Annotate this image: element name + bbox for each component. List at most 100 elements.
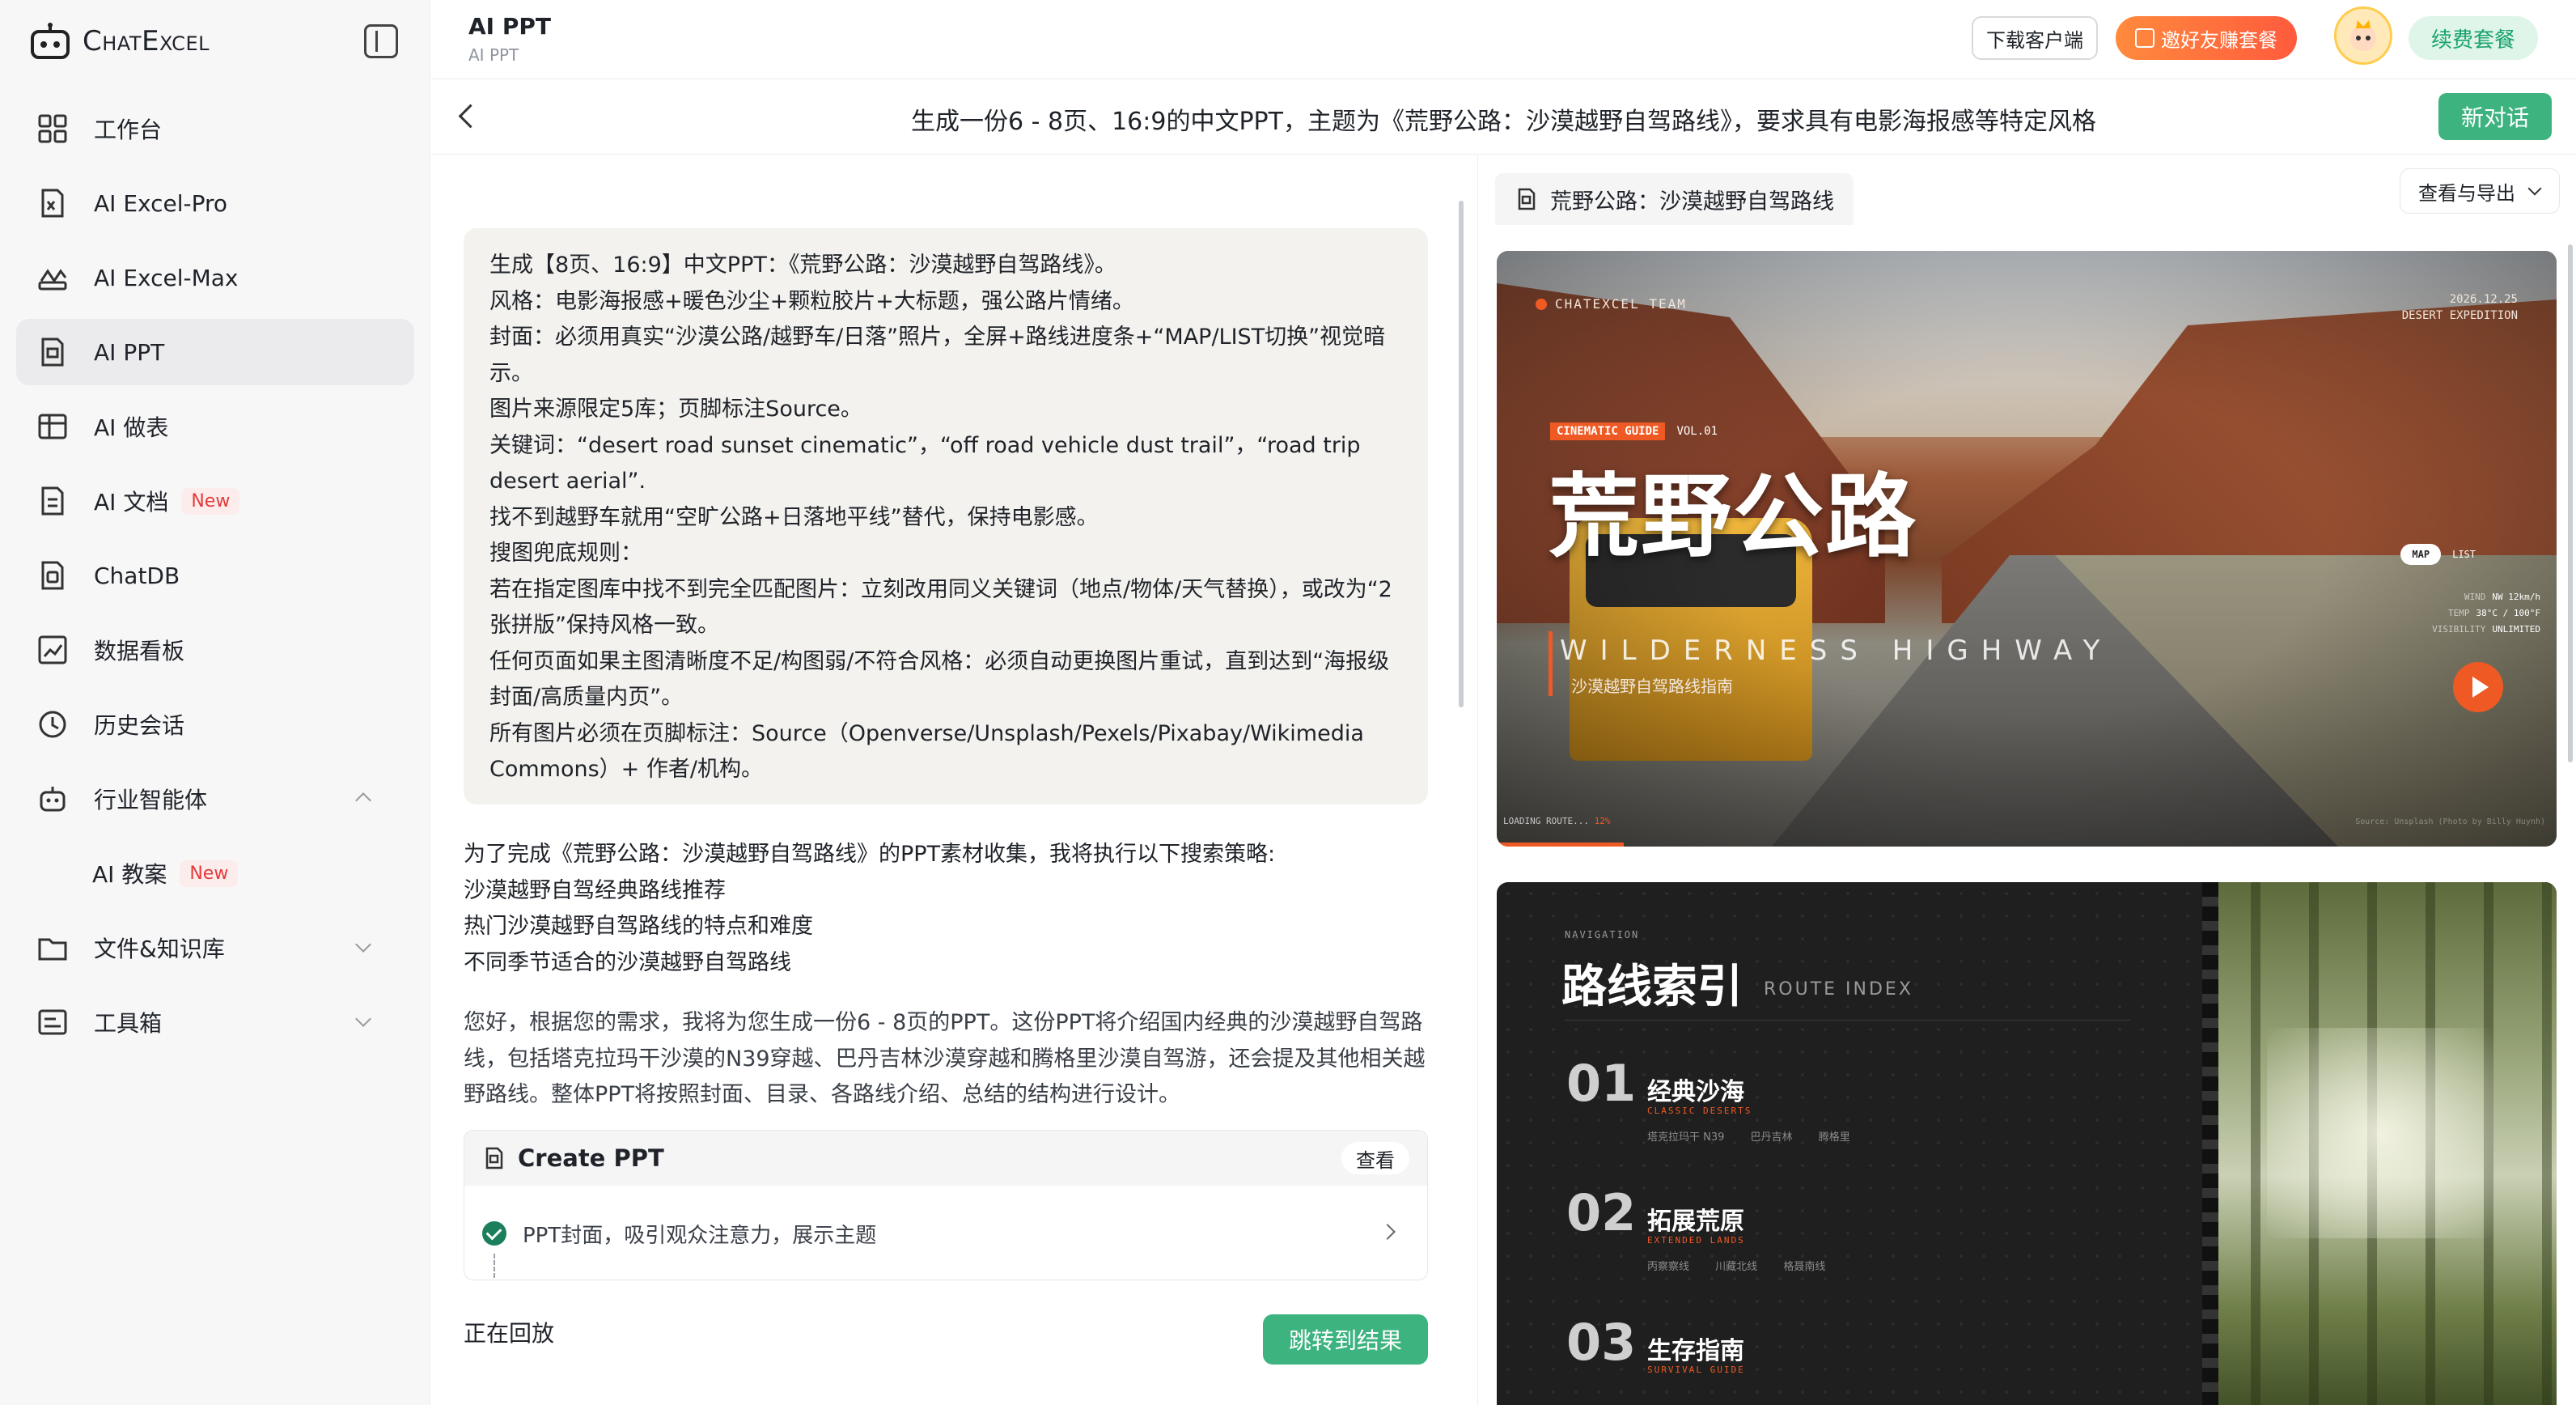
sidebar-item-label: AI 做表 [94,414,169,441]
route-tag: 塔克拉玛干 N39 [1647,1131,1725,1144]
map-list-toggle[interactable]: MAP LIST [2400,544,2476,565]
brand-logo[interactable]: ChatExcel [29,21,210,62]
prompt-line: 任何页面如果主图清晰度不足/构图弱/不符合风格：必须自动更换图片重试，直到达到“… [489,648,1390,711]
sidebar-item-excel-max[interactable]: AI Excel-Max [16,244,414,311]
route-en-name: SURVIVAL GUIDE [1647,1365,1745,1375]
route-en-name: CLASSIC DESERTS [1647,1106,1752,1116]
sidebar-item-label: 工作台 [94,117,163,143]
task-view-button[interactable]: 查看 [1341,1142,1409,1174]
sidebar-item-toolbox[interactable]: 工具箱 [16,989,414,1055]
top-header: AI PPT AI PPT 下载客户端 邀好友赚套餐 续费套餐 [431,0,2576,79]
chat-pane: 生成【8页、16:9】中文PPT：《荒野公路：沙漠越野自驾路线》。 风格：电影海… [431,155,1478,1405]
avatar[interactable] [2334,6,2392,65]
forest-photo [2202,882,2557,1405]
route-name: 拓展荒原 [1647,1208,1744,1236]
toggle-map[interactable]: MAP [2400,544,2442,565]
loading-status: LOADING ROUTE... 12% [1503,816,1611,826]
assistant-search-plan: 为了完成《荒野公路：沙漠越野自驾路线》的PPT素材收集，我将执行以下搜索策略: … [464,837,1428,981]
sidebar-item-label: 文件&知识库 [94,936,225,962]
conversation-title: 生成一份6 - 8页、16:9的中文PPT，主题为《荒野公路：沙漠越野自驾路线》… [911,108,2096,136]
table-icon [36,410,70,444]
prompt-line: 搜图兜底规则： [489,541,642,566]
task-title: Create PPT [518,1144,664,1172]
replay-status: 正在回放 [464,1320,555,1347]
new-conversation-button[interactable]: 新对话 [2438,93,2552,140]
brand-name: ChatExcel [83,25,210,57]
avatar-face-icon [2350,20,2376,51]
task-step-row[interactable]: PPT封面，吸引观众注意力，展示主题 [464,1186,1427,1280]
route-tag: 川藏北线 [1715,1261,1758,1273]
sidebar-item-chatdb[interactable]: ChatDB [16,542,414,609]
accent-bar [1549,631,1553,696]
chevron-down-icon [355,1011,371,1027]
prompt-line: 生成【8页、16:9】中文PPT：《荒野公路：沙漠越野自驾路线》。 [489,253,1116,278]
route-number: 01 [1566,1054,1637,1113]
new-badge: New [180,860,239,887]
sidebar: ChatExcel 工作台 AI Excel-Pro AI Excel-Max … [0,0,430,1405]
view-export-dropdown[interactable]: 查看与导出 [2400,168,2560,214]
route-index-subtitle: ROUTE INDEX [1764,979,1913,1000]
sidebar-item-label: 历史会话 [94,712,185,739]
task-header: Create PPT 查看 [464,1131,1427,1186]
excel-max-icon [36,261,70,295]
response-line: 热门沙漠越野自驾路线的特点和难度 [464,914,813,939]
slide-cover-subtitle: 沙漠越野自驾路线指南 [1571,677,1733,696]
sidebar-item-ai-doc[interactable]: AI 文档 New [16,468,414,534]
route-tag: 巴丹吉林 [1750,1131,1793,1144]
slide-cover[interactable]: CHATEXCEL TEAM 2026.12.25 DESERT EXPEDIT… [1497,251,2557,847]
sidebar-item-ai-lesson[interactable]: AI 教案 New [16,840,414,906]
prompt-line: 若在指定图库中找不到完全匹配图片：立刻改用同义关键词（地点/物体/天气替换），或… [489,576,1392,639]
slide-route-index[interactable]: NAVIGATION 路线索引 ROUTE INDEX 01 经典沙海 CLAS… [1497,882,2557,1405]
sidebar-item-label: AI 教案 [92,861,167,888]
sidebar-item-excel-pro[interactable]: AI Excel-Pro [16,170,414,236]
sidebar-item-history[interactable]: 历史会话 [16,691,414,758]
robot-logo-icon [31,23,70,59]
chat-scrollbar[interactable] [1459,201,1464,707]
prompt-line: 图片来源限定5库；页脚标注Source。 [489,397,862,422]
prompt-line: 关键词：“desert road sunset cinematic”，“off … [489,432,1361,495]
jump-to-result-button[interactable]: 跳转到结果 [1263,1314,1428,1365]
sidebar-item-label: AI Excel-Pro [94,189,228,217]
sidebar-item-ai-ppt[interactable]: AI PPT [16,319,414,385]
history-icon [36,707,70,741]
chevron-right-icon [1379,1224,1396,1240]
route-number: 03 [1566,1313,1637,1372]
play-icon[interactable] [2453,662,2503,712]
database-icon [36,558,70,592]
toggle-list[interactable]: LIST [2452,549,2476,560]
prompt-line: 风格：电影海报感+暖色沙尘+颗粒胶片+大标题，强公路片情绪。 [489,288,1134,314]
sidebar-collapse-icon[interactable] [364,24,398,58]
document-icon [36,484,70,518]
divider [1565,1020,2131,1021]
route-number: 02 [1566,1183,1637,1242]
response-line: 为了完成《荒野公路：沙漠越野自驾路线》的PPT素材收集，我将执行以下搜索策略: [464,842,1276,867]
sidebar-item-dashboard[interactable]: 数据看板 [16,617,414,683]
vol-label: VOL.01 [1676,425,1718,438]
slide-date: 2026.12.25 DESERT EXPEDITION [2402,291,2518,324]
task-step-label: PPT封面，吸引观众注意力，展示主题 [523,1223,877,1248]
chevron-up-icon [355,792,371,809]
sidebar-item-files[interactable]: 文件&知识库 [16,915,414,981]
sidebar-item-workbench[interactable]: 工作台 [16,96,414,162]
user-prompt-bubble: 生成【8页、16:9】中文PPT：《荒野公路：沙漠越野自驾路线》。 风格：电影海… [464,228,1428,804]
preview-pane: 荒野公路：沙漠越野自驾路线 查看与导出 CHATEXCEL TEAM 2026.… [1479,155,2576,1405]
weather-stats: WIND NW 12km/h TEMP 38°C / 100°F VISIBILIT… [2432,589,2540,638]
route-name: 经典沙海 [1647,1078,1744,1106]
page-subtitle: AI PPT [468,45,519,65]
prompt-line: 找不到越野车就用“空旷公路+日落地平线”替代，保持电影感。 [489,504,1099,530]
document-tab[interactable]: 荒野公路：沙漠越野自驾路线 [1495,173,1854,225]
prompt-line: 所有图片必须在页脚标注：Source（Openverse/Unsplash/Pe… [489,720,1364,783]
renew-plan-button[interactable]: 续费套餐 [2409,16,2538,60]
download-client-button[interactable]: 下载客户端 [1972,16,2098,60]
guide-tag: CINEMATIC GUIDE [1550,422,1666,440]
route-tags: 塔克拉玛干 N39 巴丹吉林 腾格里 [1647,1128,1873,1144]
grid-icon [36,112,70,146]
invite-friends-button[interactable]: 邀好友赚套餐 [2116,16,2297,60]
route-progress-bar [1497,843,1625,847]
preview-scrollbar[interactable] [2568,244,2573,762]
sidebar-item-ai-table[interactable]: AI 做表 [16,393,414,460]
excel-pro-icon [36,186,70,220]
folder-icon [36,931,70,965]
sidebar-item-industry-agent[interactable]: 行业智能体 [16,766,414,832]
slide-guide-row: CINEMATIC GUIDE VOL.01 [1550,422,1718,440]
